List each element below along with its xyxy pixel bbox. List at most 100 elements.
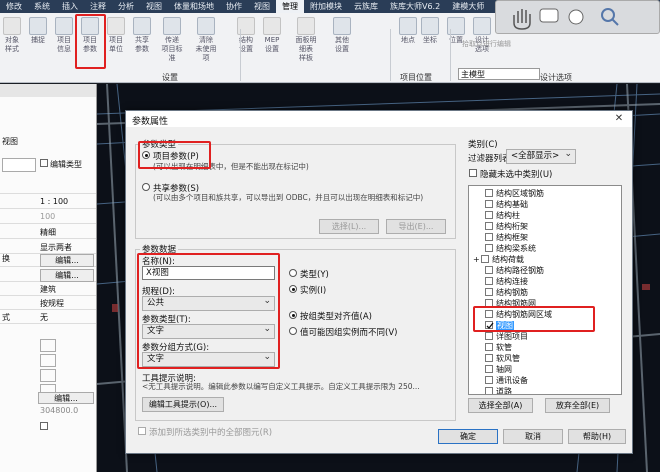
category-checkbox[interactable] xyxy=(485,332,493,340)
select-all-button[interactable]: 选择全部(A) xyxy=(468,398,533,413)
ribbon-button-12[interactable]: 地点 xyxy=(396,17,420,45)
property-value: 1 : 100 xyxy=(40,197,69,206)
menu-tab-2[interactable]: 插入 xyxy=(56,0,84,13)
filter-select[interactable]: <全部显示> xyxy=(506,148,576,164)
category-list: 结构区域钢筋 结构基础 结构柱 结构桁架 结构框架 结构梁系统 + 结构荷载 结构路径钢筋 结构连… xyxy=(468,185,622,395)
help-button[interactable]: 帮助(H) xyxy=(568,429,626,444)
ribbon-button-0[interactable]: 对象 样式 xyxy=(0,17,24,54)
ribbon-button-6[interactable]: 传递 项目标准 xyxy=(160,17,184,63)
property-row: 编辑... xyxy=(0,269,96,282)
ribbon-button-13-icon xyxy=(421,17,439,35)
menu-tab-0[interactable]: 修改 xyxy=(0,0,28,13)
type-radio[interactable] xyxy=(289,269,297,277)
add-to-all-label[interactable]: 添加到所选类别中的全部图元(R) xyxy=(149,426,272,438)
panel-edit-button-3[interactable]: 编辑... xyxy=(38,392,94,404)
category-checkbox[interactable] xyxy=(485,354,493,362)
export-button[interactable]: 导出(E)... xyxy=(386,219,446,234)
menu-tab-13[interactable]: 建模大师 xyxy=(446,0,490,13)
ribbon-button-5-icon xyxy=(133,17,151,35)
property-row: 按规程 xyxy=(0,297,96,310)
menu-tab-3[interactable]: 注释 xyxy=(84,0,112,13)
category-checkbox[interactable] xyxy=(485,211,493,219)
panel-checkbox-1[interactable] xyxy=(40,339,56,352)
property-edit-button[interactable]: 编辑... xyxy=(40,254,94,267)
category-checkbox[interactable] xyxy=(485,365,493,373)
menu-tab-1[interactable]: 系统 xyxy=(28,0,56,13)
parameter-properties-dialog: 参数属性 ✕ 参数类型 项目参数(P) (可以出现在明细表中，但是不能出现在标记… xyxy=(125,110,633,454)
panel-checkbox-2[interactable] xyxy=(40,354,56,367)
ok-button[interactable]: 确定 xyxy=(438,429,498,444)
menu-tab-7[interactable]: 协作 xyxy=(220,0,248,13)
property-edit-button[interactable]: 编辑... xyxy=(40,269,94,282)
category-checkbox[interactable] xyxy=(485,266,493,274)
property-row: 建筑 xyxy=(0,283,96,296)
chat-icon[interactable] xyxy=(539,8,559,23)
instance-radio-label[interactable]: 实例(I) xyxy=(300,284,326,296)
deselect-all-button[interactable]: 放弃全部(E) xyxy=(545,398,610,413)
menu-tab-6[interactable]: 体量和场地 xyxy=(168,0,220,13)
category-checkbox[interactable] xyxy=(485,222,493,230)
ribbon-button-1[interactable]: 捕捉 xyxy=(26,17,50,45)
category-checkbox[interactable] xyxy=(485,376,493,384)
group-settings-label: 设置 xyxy=(162,73,178,82)
close-icon[interactable]: ✕ xyxy=(612,113,626,125)
ribbon-button-11[interactable]: 其他 设置 xyxy=(330,17,354,54)
edit-type-button[interactable]: 编辑类型 xyxy=(38,158,96,172)
menu-tab-12[interactable]: 族库大师V6.2 xyxy=(384,0,446,13)
ribbon-button-6-label: 传递 项目标准 xyxy=(161,36,183,62)
ribbon-button-2-label: 项目 信息 xyxy=(57,36,71,53)
star-icon[interactable] xyxy=(568,9,584,25)
ribbon-button-5[interactable]: 共享 参数 xyxy=(130,17,154,54)
shared-param-radio[interactable] xyxy=(142,183,150,191)
property-value: 精细 xyxy=(40,228,56,237)
expand-icon[interactable]: + xyxy=(473,254,481,266)
category-item[interactable]: 道路 xyxy=(485,386,512,394)
category-checkbox[interactable] xyxy=(481,255,489,263)
menu-tab-8[interactable]: 视图 xyxy=(248,0,276,13)
ribbon-button-9[interactable]: MEP 设置 xyxy=(260,17,284,54)
ribbon-button-13[interactable]: 坐标 xyxy=(418,17,442,45)
vary-by-group-radio[interactable] xyxy=(289,327,297,335)
menu-tab-10[interactable]: 附加模块 xyxy=(304,0,348,13)
menu-tab-4[interactable]: 分析 xyxy=(112,0,140,13)
menu-tab-5[interactable]: 视图 xyxy=(140,0,168,13)
add-to-all-checkbox[interactable] xyxy=(138,427,146,435)
ribbon-button-10[interactable]: 面板明细表 样板 xyxy=(294,17,318,63)
cancel-button[interactable]: 取消 xyxy=(503,429,563,444)
group-project-location-label: 项目位置 xyxy=(400,73,432,82)
ribbon-button-4[interactable]: 项目 单位 xyxy=(104,17,128,54)
search-icon[interactable] xyxy=(601,8,619,26)
ribbon-button-8[interactable]: 结构 设置 xyxy=(234,17,258,54)
category-checkbox[interactable] xyxy=(485,288,493,296)
align-by-group-radio[interactable] xyxy=(289,311,297,319)
panel-checkbox-3[interactable] xyxy=(40,369,56,382)
category-checkbox[interactable] xyxy=(485,387,493,394)
align-by-group-label[interactable]: 按组类型对齐值(A) xyxy=(300,310,372,322)
category-checkbox[interactable] xyxy=(485,244,493,252)
vary-by-group-label[interactable]: 值可能因组实例而不同(V) xyxy=(300,326,397,338)
main-model-select[interactable]: 主模型 xyxy=(458,68,540,80)
category-checkbox[interactable] xyxy=(485,233,493,241)
panel-checkbox-5[interactable] xyxy=(40,422,48,430)
hide-unchecked-checkbox[interactable] xyxy=(469,169,477,177)
hide-unchecked-label[interactable]: 隐藏未选中类别(U) xyxy=(480,168,552,180)
hand-icon[interactable] xyxy=(513,9,531,30)
instance-radio[interactable] xyxy=(289,285,297,293)
edit-tooltip-button[interactable]: 编辑工具提示(O)... xyxy=(142,397,224,412)
type-radio-label[interactable]: 类型(Y) xyxy=(300,268,329,280)
ribbon-button-2[interactable]: 项目 信息 xyxy=(52,17,76,54)
menu-tab-11[interactable]: 云族库 xyxy=(348,0,384,13)
category-checkbox[interactable] xyxy=(485,200,493,208)
view-type-dropdown[interactable] xyxy=(2,158,36,172)
category-item-label: 软风管 xyxy=(496,354,520,363)
view-type-partial: 视图 xyxy=(2,137,18,146)
pickup-design-label[interactable]: 拾取以进行编辑 xyxy=(462,39,511,49)
select-button[interactable]: 选择(L)... xyxy=(319,219,379,234)
property-row: 显示两者 xyxy=(0,241,96,254)
category-checkbox[interactable] xyxy=(485,343,493,351)
category-checkbox[interactable] xyxy=(485,189,493,197)
menu-tab-9[interactable]: 管理 xyxy=(276,0,304,13)
category-checkbox[interactable] xyxy=(485,277,493,285)
category-item-label: 结构桁架 xyxy=(496,222,528,231)
ribbon-button-7[interactable]: 清除 未使用项 xyxy=(194,17,218,63)
